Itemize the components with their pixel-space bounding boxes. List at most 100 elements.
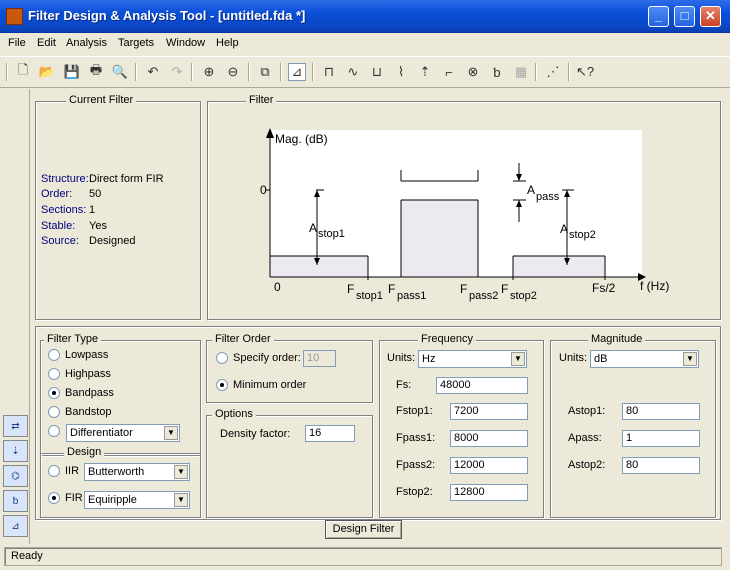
frequency-units-dropdown[interactable]: Hz ▼ xyxy=(418,350,527,368)
fstop1-input[interactable]: 7200 xyxy=(450,403,528,420)
fir-radio[interactable] xyxy=(48,492,60,504)
toolbar-separator xyxy=(191,63,193,81)
fstop1-field-label: Fstop1: xyxy=(396,405,433,417)
toolbar-separator xyxy=(312,63,314,81)
specify-order-radio[interactable] xyxy=(216,352,228,364)
filter-coefficients-icon[interactable]: ƅ xyxy=(488,63,506,81)
open-icon[interactable]: 📂 xyxy=(38,63,56,81)
zoom-in-icon[interactable]: ⊕ xyxy=(200,63,218,81)
other-type-value: Differentiator xyxy=(70,427,133,439)
window-title: Filter Design & Analysis Tool - [untitle… xyxy=(28,8,306,23)
zero-label: 0 xyxy=(260,183,267,197)
bandpass-radio[interactable] xyxy=(48,387,60,399)
fir-method-value: Equiripple xyxy=(88,494,137,506)
design-title: Design xyxy=(64,446,105,458)
menu-analysis[interactable]: Analysis xyxy=(66,37,107,49)
filter-specs-icon[interactable]: ⊿ xyxy=(288,63,306,81)
iir-method-dropdown[interactable]: Butterworth ▼ xyxy=(84,463,190,481)
magnitude-units-dropdown[interactable]: dB ▼ xyxy=(590,350,699,368)
close-button[interactable]: ✕ xyxy=(700,6,721,27)
print-preview-icon[interactable]: 🔍 xyxy=(111,63,129,81)
astop2-field-label: Astop2: xyxy=(568,459,606,471)
magnitude-response-icon[interactable]: ⊓ xyxy=(320,63,338,81)
toolbar-separator xyxy=(248,63,250,81)
create-multirate-icon[interactable]: ⇣ xyxy=(3,440,28,462)
order-value: 50 xyxy=(89,188,102,200)
astop2-sub: stop2 xyxy=(569,229,596,241)
iir-radio[interactable] xyxy=(48,465,60,477)
full-view-icon[interactable]: ⧉ xyxy=(256,63,274,81)
specify-order-input[interactable]: 10 xyxy=(303,350,336,367)
x-axis-label: f (Hz) xyxy=(640,279,669,293)
whats-this-icon[interactable]: ↖? xyxy=(576,63,594,81)
astop2-input[interactable]: 80 xyxy=(622,457,700,474)
pole-zero-icon[interactable]: ⊗ xyxy=(464,63,482,81)
structure-label: Structure: xyxy=(41,173,89,185)
legend-icon[interactable]: ⋰ xyxy=(544,63,562,81)
filter-info-icon[interactable]: ▦ xyxy=(512,63,530,81)
chevron-down-icon: ▼ xyxy=(683,352,697,366)
phase-response-icon[interactable]: ∿ xyxy=(344,63,362,81)
other-type-dropdown[interactable]: Differentiator ▼ xyxy=(66,424,180,442)
specify-order-label: Specify order: xyxy=(233,352,301,364)
bandstop-radio[interactable] xyxy=(48,406,60,418)
apass-input[interactable]: 1 xyxy=(622,430,700,447)
status-bar: Ready xyxy=(4,547,722,566)
chevron-down-icon: ▼ xyxy=(511,352,525,366)
fir-method-dropdown[interactable]: Equiripple ▼ xyxy=(84,491,190,509)
save-icon[interactable]: 💾 xyxy=(63,63,81,81)
undo-icon[interactable]: ↶ xyxy=(144,63,162,81)
filter-type-title: Filter Type xyxy=(44,333,102,345)
astop1-input[interactable]: 80 xyxy=(622,403,700,420)
filter-panel-title: Filter xyxy=(246,94,277,106)
lowpass-radio[interactable] xyxy=(48,349,60,361)
import-filter-icon[interactable]: ƅ xyxy=(3,490,28,512)
menu-file[interactable]: File xyxy=(8,37,26,49)
passband-region xyxy=(401,200,478,277)
group-delay-icon[interactable]: ⌇ xyxy=(392,63,410,81)
fstop2-sub: stop2 xyxy=(510,290,537,302)
print-icon[interactable]: 🖶 xyxy=(87,62,105,81)
fpass1-sub: pass1 xyxy=(397,290,426,302)
design-filter-icon[interactable]: ⊿ xyxy=(3,515,28,537)
magnitude-units-value: dB xyxy=(594,353,608,365)
maximize-button[interactable]: □ xyxy=(674,6,695,27)
fpass1-input[interactable]: 8000 xyxy=(450,430,528,447)
other-type-radio[interactable] xyxy=(48,425,60,437)
fs-input[interactable]: 48000 xyxy=(436,377,528,394)
apass-field-label: Apass: xyxy=(568,432,602,444)
menu-targets[interactable]: Targets xyxy=(118,37,154,49)
filter-spec-diagram: Mag. (dB) 0 0 f (Hz) A stop1 A pass A st… xyxy=(260,128,669,302)
chevron-down-icon: ▼ xyxy=(164,426,178,440)
step-response-icon[interactable]: ⌐ xyxy=(440,63,458,81)
astop1-label: A xyxy=(309,221,317,235)
fstop2-input[interactable]: 12800 xyxy=(450,484,528,501)
menu-window[interactable]: Window xyxy=(166,37,205,49)
frequency-units-value: Hz xyxy=(422,353,436,365)
density-factor-input[interactable]: 16 xyxy=(305,425,355,442)
title-bar: Filter Design & Analysis Tool - [untitle… xyxy=(0,0,730,33)
toolbar-separator xyxy=(568,63,570,81)
redo-icon[interactable]: ↷ xyxy=(168,63,186,81)
fpass2-field-label: Fpass2: xyxy=(396,459,436,471)
fpass2-input[interactable]: 12000 xyxy=(450,457,528,474)
realize-model-icon[interactable]: ⌬ xyxy=(3,465,28,487)
stopband2-region xyxy=(513,256,605,277)
highpass-radio[interactable] xyxy=(48,368,60,380)
design-filter-button[interactable]: Design Filter xyxy=(325,520,402,539)
impulse-response-icon[interactable]: ⇡ xyxy=(416,63,434,81)
x0-label: 0 xyxy=(274,280,281,294)
source-label: Source: xyxy=(41,235,79,247)
zoom-out-icon[interactable]: ⊖ xyxy=(224,63,242,81)
minimize-button[interactable]: _ xyxy=(648,6,669,27)
transform-filter-icon[interactable]: ⇄ xyxy=(3,415,28,437)
menu-help[interactable]: Help xyxy=(216,37,239,49)
minimum-order-label: Minimum order xyxy=(233,379,307,391)
new-icon[interactable]: 🗋 xyxy=(14,62,32,81)
fs-label: Fs: xyxy=(396,379,412,391)
menu-edit[interactable]: Edit xyxy=(37,37,56,49)
options-title: Options xyxy=(212,408,256,420)
current-filter-title: Current Filter xyxy=(66,94,137,106)
minimum-order-radio[interactable] xyxy=(216,379,228,391)
mag-phase-icon[interactable]: ⊔ xyxy=(368,63,386,81)
